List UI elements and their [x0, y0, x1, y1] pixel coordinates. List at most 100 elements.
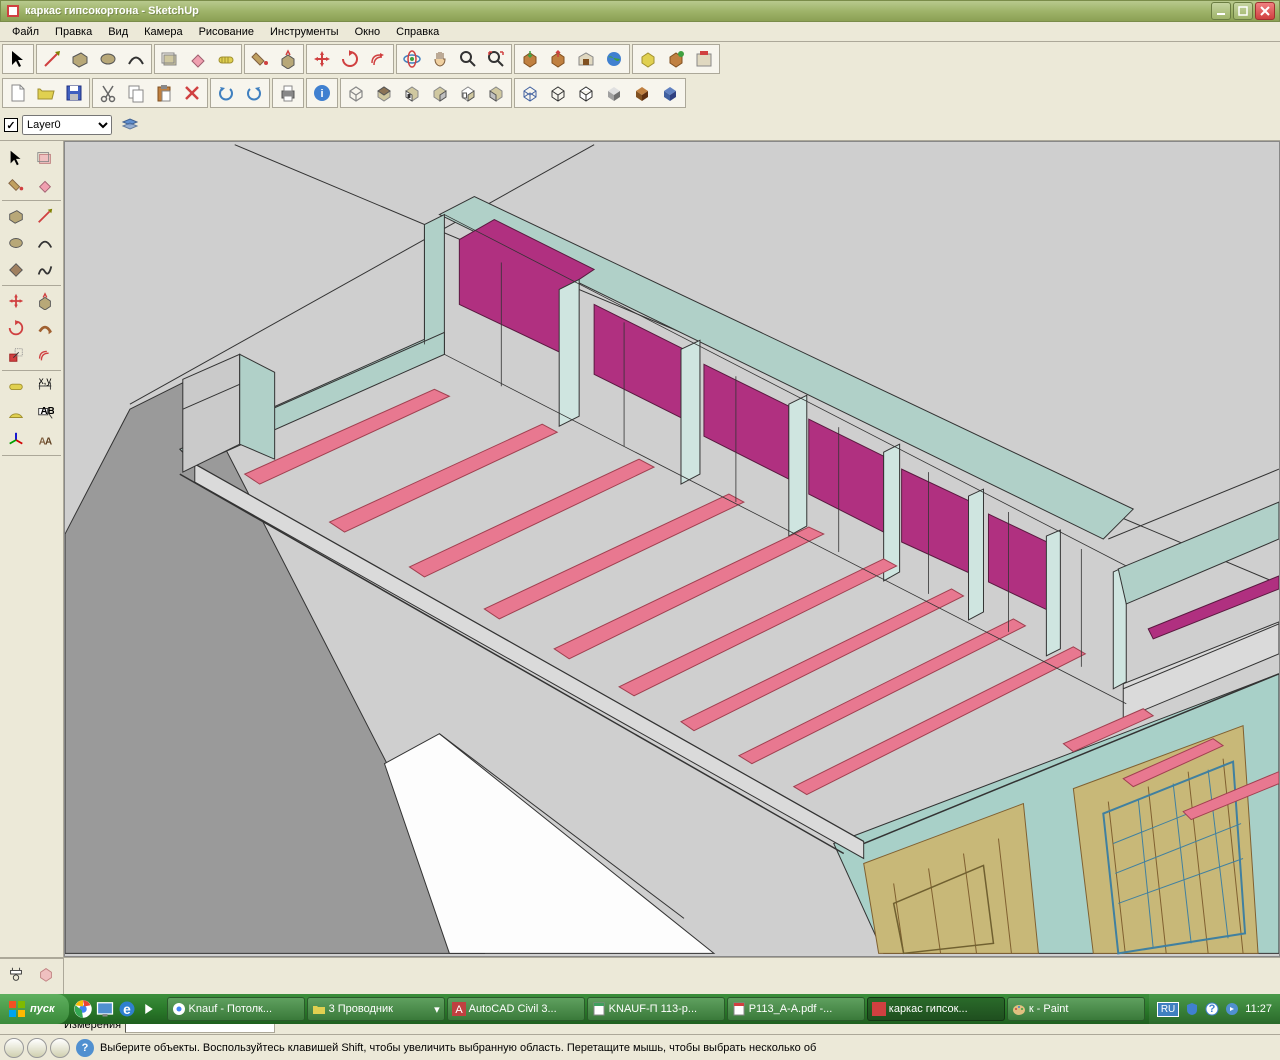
- delete-tool[interactable]: [178, 80, 206, 106]
- geo-toggle-2[interactable]: [27, 1038, 47, 1058]
- upload-component-tool[interactable]: [662, 46, 690, 72]
- menu-camera[interactable]: Камера: [136, 24, 190, 40]
- back-view-tool[interactable]: [454, 80, 482, 106]
- new-file-tool[interactable]: [4, 80, 32, 106]
- side-text-tool[interactable]: ABC: [31, 400, 59, 426]
- pan-tool[interactable]: [426, 46, 454, 72]
- side-axes-tool[interactable]: [2, 427, 30, 453]
- google-earth-tool[interactable]: [600, 46, 628, 72]
- paste-tool[interactable]: [150, 80, 178, 106]
- get-models-tool[interactable]: [516, 46, 544, 72]
- side-freehand-tool[interactable]: [31, 257, 59, 283]
- zoom-tool[interactable]: [454, 46, 482, 72]
- tray-shield-icon[interactable]: [1185, 1002, 1199, 1016]
- get-photo-texture-tool[interactable]: [634, 46, 662, 72]
- side-push-pull-tool[interactable]: [31, 288, 59, 314]
- push-pull-tool[interactable]: [274, 46, 302, 72]
- iso-view-tool[interactable]: [342, 80, 370, 106]
- redo-tool[interactable]: [240, 80, 268, 106]
- zoom-extents-tool[interactable]: [482, 46, 510, 72]
- cut-tool[interactable]: [94, 80, 122, 106]
- menu-draw[interactable]: Рисование: [191, 24, 262, 40]
- undo-tool[interactable]: [212, 80, 240, 106]
- rotate-tool[interactable]: [336, 46, 364, 72]
- side-dimension-tool[interactable]: x,y: [31, 373, 59, 399]
- side-make-component-tool[interactable]: [31, 145, 59, 171]
- ql-desktop-icon[interactable]: [95, 999, 115, 1019]
- offset-tool[interactable]: [364, 46, 392, 72]
- shaded-style-tool[interactable]: [600, 80, 628, 106]
- side-scale-tool[interactable]: [2, 342, 30, 368]
- layer-visibility-checkbox[interactable]: ✓: [4, 118, 18, 132]
- tray-expand-icon[interactable]: [1225, 1002, 1239, 1016]
- rectangle-tool[interactable]: [66, 46, 94, 72]
- layer-manager-button[interactable]: [116, 112, 144, 138]
- minimize-button[interactable]: [1211, 2, 1231, 20]
- print-tool[interactable]: [274, 80, 302, 106]
- menu-help[interactable]: Справка: [388, 24, 447, 40]
- move-tool[interactable]: [308, 46, 336, 72]
- right-view-tool[interactable]: [426, 80, 454, 106]
- side-3dtext-tool[interactable]: AA: [31, 427, 59, 453]
- menu-view[interactable]: Вид: [100, 24, 136, 40]
- shaded-textures-style-tool[interactable]: [628, 80, 656, 106]
- viewport[interactable]: [64, 141, 1280, 957]
- ql-chrome-icon[interactable]: [73, 999, 93, 1019]
- xray-style-tool[interactable]: [516, 80, 544, 106]
- task-sketchup[interactable]: каркас гипсок...: [867, 997, 1005, 1021]
- side-protractor-tool[interactable]: [2, 400, 30, 426]
- task-knauf[interactable]: Knauf - Потолк...: [167, 997, 305, 1021]
- close-button[interactable]: [1255, 2, 1275, 20]
- side-offset-tool[interactable]: [31, 342, 59, 368]
- side-arc-tool[interactable]: [31, 230, 59, 256]
- side-paint-bucket-tool[interactable]: [2, 172, 30, 198]
- left-view-tool[interactable]: [482, 80, 510, 106]
- ql-ie-icon[interactable]: e: [117, 999, 137, 1019]
- arc-tool[interactable]: [122, 46, 150, 72]
- side-rotate-tool[interactable]: [2, 315, 30, 341]
- geo-toggle-3[interactable]: [50, 1038, 70, 1058]
- hidden-line-style-tool[interactable]: [572, 80, 600, 106]
- task-autocad[interactable]: AAutoCAD Civil 3...: [447, 997, 585, 1021]
- side-move-tool[interactable]: [2, 288, 30, 314]
- share-model-tool[interactable]: [544, 46, 572, 72]
- menu-window[interactable]: Окно: [347, 24, 389, 40]
- side-rectangle-tool[interactable]: [2, 203, 30, 229]
- circle-tool[interactable]: [94, 46, 122, 72]
- layer-select[interactable]: Layer0: [22, 115, 112, 135]
- front-view-tool[interactable]: [398, 80, 426, 106]
- open-file-tool[interactable]: [32, 80, 60, 106]
- wireframe-style-tool[interactable]: [544, 80, 572, 106]
- top-view-tool[interactable]: [370, 80, 398, 106]
- start-button[interactable]: пуск: [0, 994, 69, 1024]
- section-plane-tool[interactable]: [2, 961, 30, 987]
- monochrome-style-tool[interactable]: [656, 80, 684, 106]
- side-circle-tool[interactable]: [2, 230, 30, 256]
- copy-tool[interactable]: [122, 80, 150, 106]
- clock[interactable]: 11:27: [1245, 1003, 1272, 1015]
- maximize-button[interactable]: [1233, 2, 1253, 20]
- geo-toggle-1[interactable]: [4, 1038, 24, 1058]
- save-file-tool[interactable]: [60, 80, 88, 106]
- side-tape-measure-tool[interactable]: [2, 373, 30, 399]
- tape-measure-tool[interactable]: [212, 46, 240, 72]
- language-indicator[interactable]: RU: [1157, 1002, 1179, 1017]
- side-follow-me-tool[interactable]: [31, 315, 59, 341]
- extension-warehouse-tool[interactable]: [690, 46, 718, 72]
- menu-file[interactable]: Файл: [4, 24, 47, 40]
- tray-help-icon[interactable]: ?: [1205, 1002, 1219, 1016]
- menu-tools[interactable]: Инструменты: [262, 24, 347, 40]
- 3d-warehouse-tool[interactable]: [572, 46, 600, 72]
- section-display-tool[interactable]: [32, 961, 60, 987]
- side-select-tool[interactable]: [2, 145, 30, 171]
- task-knauf-doc[interactable]: KNAUF-П 113-р...: [587, 997, 725, 1021]
- task-pdf[interactable]: P113_A-A.pdf -...: [727, 997, 865, 1021]
- side-line-tool[interactable]: [31, 203, 59, 229]
- task-explorer[interactable]: 3 Проводник▾: [307, 997, 445, 1021]
- model-info-tool[interactable]: i: [308, 80, 336, 106]
- side-eraser-tool[interactable]: [31, 172, 59, 198]
- make-component-tool[interactable]: [156, 46, 184, 72]
- paint-bucket-tool[interactable]: [246, 46, 274, 72]
- eraser-tool[interactable]: [184, 46, 212, 72]
- line-tool[interactable]: [38, 46, 66, 72]
